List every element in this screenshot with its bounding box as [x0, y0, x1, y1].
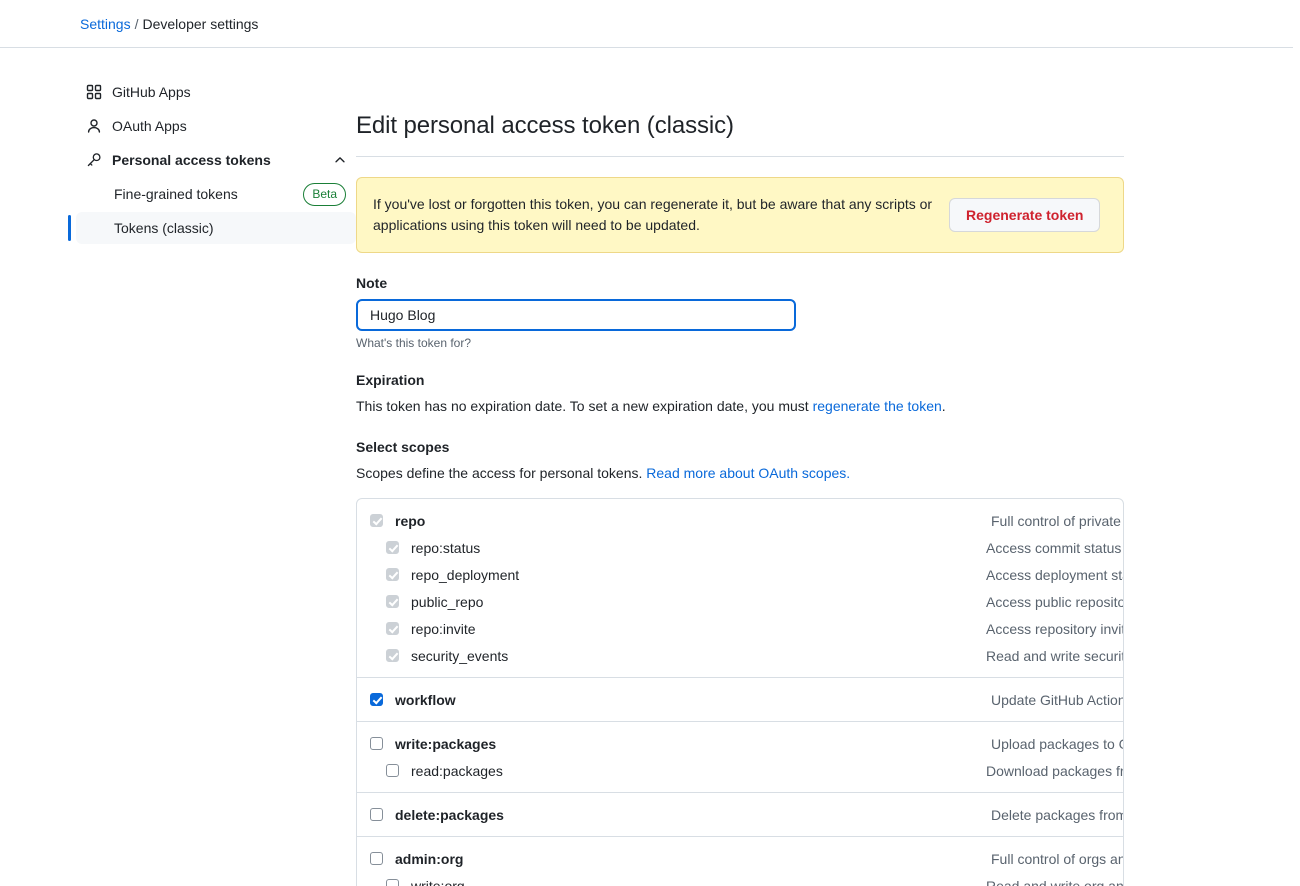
scope-description: Access public repositories: [986, 593, 1123, 610]
scope-description: Access repository invitations: [986, 620, 1124, 637]
scope-name: write:packages: [395, 735, 497, 752]
scope-row[interactable]: read:packages Download packages from GitH…: [357, 757, 1123, 784]
scope-name: security_events: [411, 647, 509, 664]
regenerate-the-token-link[interactable]: regenerate the token: [813, 398, 942, 414]
scope-description: Update GitHub Action workflows: [991, 691, 1124, 708]
note-input[interactable]: [356, 299, 796, 331]
scope-name: public_repo: [411, 593, 484, 610]
main-content: Edit personal access token (classic) If …: [356, 48, 1146, 886]
note-help-text: What's this token for?: [356, 336, 472, 350]
scope-checkbox-repo:status: [386, 541, 399, 554]
scope-row[interactable]: public_repo Access public repositories: [357, 588, 1123, 615]
expiration-description: This token has no expiration date. To se…: [356, 396, 1146, 417]
scope-checkbox-repo:invite: [386, 622, 399, 635]
beta-badge: Beta: [303, 182, 346, 206]
scope-description: Download packages from GitHub Package Re…: [986, 762, 1124, 779]
sidebar-item-label: GitHub Apps: [112, 84, 191, 100]
scope-row[interactable]: security_events Read and write security e…: [357, 642, 1123, 669]
scope-checkbox-delete:packages[interactable]: [370, 808, 383, 821]
expiration-text-after: .: [941, 398, 946, 414]
scope-checkbox-workflow[interactable]: [370, 693, 383, 706]
scope-checkbox-write:packages[interactable]: [370, 737, 383, 750]
breadcrumb-current: Developer settings: [142, 15, 259, 32]
sidebar-item-personal-access-tokens[interactable]: Personal access tokens: [76, 144, 356, 176]
select-scopes-label: Select scopes: [356, 439, 450, 455]
scope-group: admin:org Full control of orgs and teams,…: [357, 845, 1123, 886]
breadcrumb: Settings / Developer settings: [80, 16, 258, 32]
scope-row[interactable]: workflow Update GitHub Action workflows: [357, 686, 1123, 713]
sidebar-subitem-label: Tokens (classic): [114, 220, 214, 236]
scope-row[interactable]: delete:packages Delete packages from GitH…: [357, 801, 1123, 828]
person-icon: [86, 118, 102, 134]
sidebar-item-github-apps[interactable]: GitHub Apps: [76, 76, 356, 108]
breadcrumb-separator: /: [134, 15, 139, 32]
scope-name: repo:status: [411, 539, 481, 556]
scope-row[interactable]: write:packages Upload packages to GitHub …: [357, 730, 1123, 757]
scopes-container: repo Full control of private repositories…: [356, 498, 1124, 886]
sidebar-item-label: OAuth Apps: [112, 118, 187, 134]
scope-group: write:packages Upload packages to GitHub …: [357, 730, 1123, 793]
scope-group: repo Full control of private repositories…: [357, 507, 1123, 678]
scope-checkbox-admin:org[interactable]: [370, 852, 383, 865]
sidebar-item-label: Personal access tokens: [112, 152, 271, 168]
sidebar-item-tokens-classic[interactable]: Tokens (classic): [68, 212, 356, 244]
page-header: Settings / Developer settings: [0, 0, 1293, 48]
scope-group: workflow Update GitHub Action workflows: [357, 686, 1123, 722]
chevron-up-icon[interactable]: [332, 152, 348, 168]
page-title: Edit personal access token (classic): [356, 112, 734, 139]
scope-name: repo:invite: [411, 620, 476, 637]
banner-message: If you've lost or forgotten this token, …: [373, 196, 933, 233]
scope-description: Access commit status: [986, 539, 1122, 556]
scope-name: write:org: [411, 877, 465, 886]
page-layout: GitHub Apps OAuth Apps Personal access t…: [0, 48, 1300, 886]
scope-description: Full control of orgs and teams, read and…: [991, 850, 1123, 867]
sidebar-item-oauth-apps[interactable]: OAuth Apps: [76, 110, 356, 142]
scope-row[interactable]: repo:invite Access repository invitations: [357, 615, 1123, 642]
regenerate-token-button[interactable]: Regenerate token: [949, 198, 1101, 232]
scope-description: Read and write org and team membership, …: [986, 877, 1124, 886]
note-label: Note: [356, 275, 388, 291]
oauth-scopes-link[interactable]: Read more about OAuth scopes.: [646, 465, 850, 481]
sidebar-subitem-label: Fine-grained tokens: [114, 186, 238, 202]
scope-row[interactable]: repo:status Access commit status: [357, 534, 1123, 561]
expiration-label: Expiration: [356, 372, 425, 388]
scope-checkbox-repo: [370, 514, 383, 527]
scope-description: Upload packages to GitHub Package Regist…: [991, 735, 1123, 752]
scope-name: repo_deployment: [411, 566, 520, 583]
scope-name: repo: [395, 512, 426, 529]
scope-description: Read and write security events: [986, 647, 1123, 664]
scope-group: delete:packages Delete packages from GitH…: [357, 801, 1123, 837]
scope-checkbox-repo_deployment: [386, 568, 399, 581]
key-icon: [86, 152, 102, 168]
scope-row[interactable]: write:org Read and write org and team mem…: [357, 872, 1123, 886]
breadcrumb-settings-link[interactable]: Settings: [80, 16, 131, 32]
scope-name: admin:org: [395, 850, 464, 867]
scope-checkbox-read:packages[interactable]: [386, 764, 399, 777]
scope-row[interactable]: repo Full control of private repositories: [357, 507, 1123, 534]
scope-checkbox-write:org[interactable]: [386, 879, 399, 886]
scopes-description-text: Scopes define the access for personal to…: [356, 465, 647, 481]
apps-grid-icon: [86, 84, 102, 100]
regenerate-token-banner: If you've lost or forgotten this token, …: [356, 177, 1124, 253]
scope-name: workflow: [395, 691, 456, 708]
scope-checkbox-security_events: [386, 649, 399, 662]
sidebar-item-fine-grained-tokens[interactable]: Fine-grained tokens Beta: [76, 178, 356, 210]
sidebar-nav: GitHub Apps OAuth Apps Personal access t…: [0, 48, 356, 246]
scope-name: read:packages: [411, 762, 503, 779]
scope-description: Full control of private repositories: [991, 512, 1123, 529]
scope-row[interactable]: admin:org Full control of orgs and teams,…: [357, 845, 1123, 872]
scopes-description: Scopes define the access for personal to…: [356, 463, 1146, 484]
scope-description: Delete packages from GitHub Package Regi…: [991, 806, 1123, 823]
scope-row[interactable]: repo_deployment Access deployment status: [357, 561, 1123, 588]
expiration-text-before: This token has no expiration date. To se…: [356, 398, 813, 414]
scope-checkbox-public_repo: [386, 595, 399, 608]
scope-name: delete:packages: [395, 806, 504, 823]
scope-description: Access deployment status: [986, 566, 1123, 583]
title-divider: [356, 156, 1124, 157]
